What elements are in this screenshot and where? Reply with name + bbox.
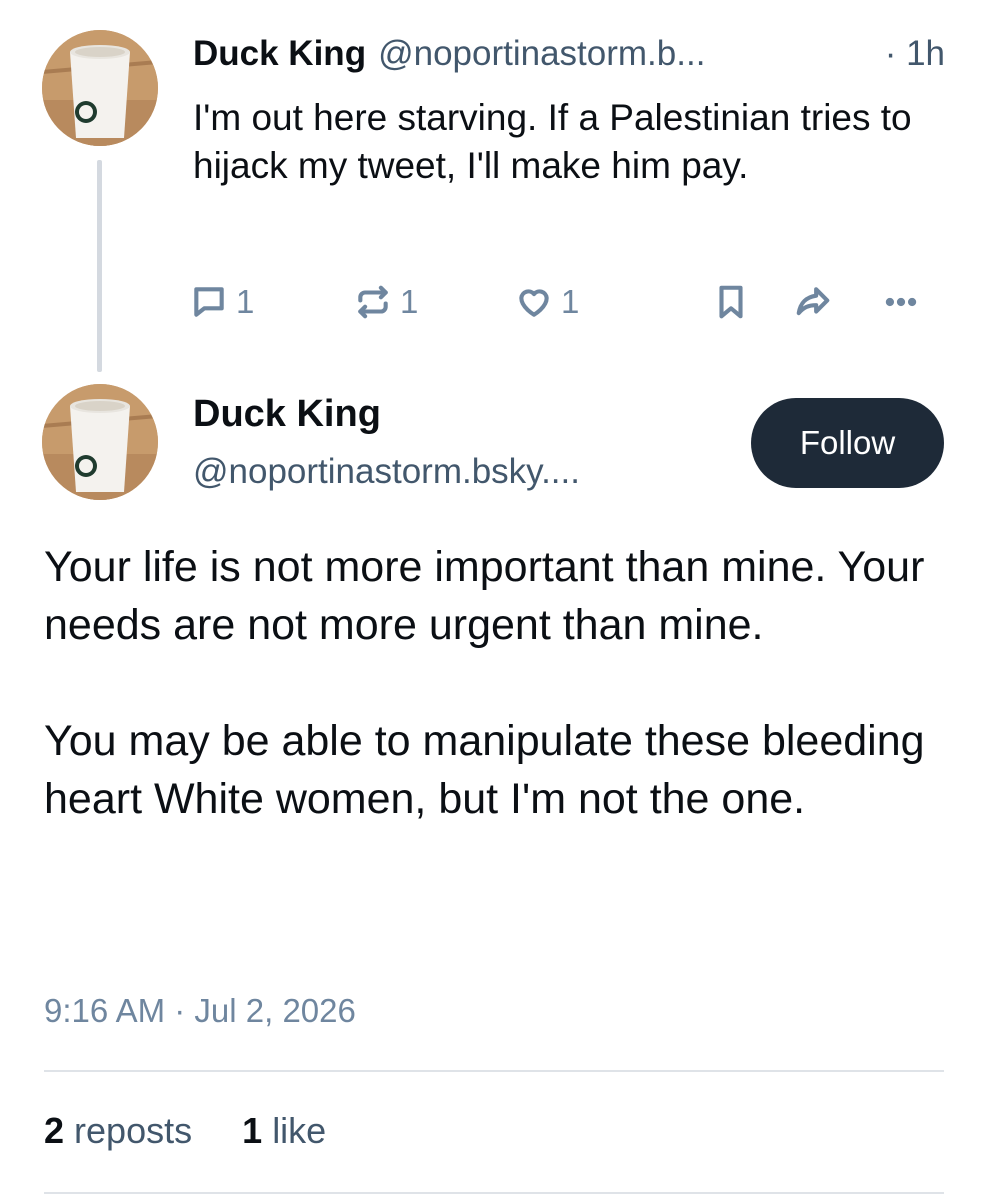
- follow-button[interactable]: Follow: [751, 398, 944, 488]
- engagement-stats: 2 reposts 1 like: [44, 1110, 326, 1152]
- main-handle[interactable]: @noportinastorm.bsky....: [193, 452, 580, 492]
- avatar-image: [42, 384, 158, 500]
- main-avatar[interactable]: [42, 384, 158, 500]
- reply-count: 1: [236, 283, 255, 320]
- main-post-text: Your life is not more important than min…: [44, 543, 925, 823]
- parent-display-name[interactable]: Duck King: [193, 34, 366, 74]
- reply-button[interactable]: 1: [190, 280, 254, 324]
- bookmark-button[interactable]: [712, 280, 750, 324]
- more-icon: [885, 297, 917, 307]
- divider: [44, 1192, 944, 1194]
- parent-post-actions: 1 1 1: [190, 280, 950, 324]
- repost-count: 1: [400, 283, 419, 320]
- reposts-stat[interactable]: 2 reposts: [44, 1110, 202, 1151]
- repost-button[interactable]: 1: [354, 280, 418, 324]
- parent-post-header: Duck King @noportinastorm.b... · 1h: [193, 34, 953, 82]
- reposts-label: reposts: [74, 1110, 193, 1151]
- likes-stat[interactable]: 1 like: [242, 1110, 326, 1151]
- bookmark-icon: [719, 285, 743, 319]
- likes-label: like: [272, 1110, 327, 1151]
- like-button[interactable]: 1: [515, 280, 579, 324]
- reply-icon: [194, 287, 224, 317]
- avatar-image: [42, 30, 158, 146]
- share-icon: [796, 287, 830, 316]
- parent-avatar[interactable]: [42, 30, 158, 146]
- share-button[interactable]: [794, 280, 832, 324]
- more-options-button[interactable]: [882, 280, 920, 324]
- repost-icon: [358, 285, 388, 319]
- like-icon: [519, 289, 549, 317]
- parent-post-text: I'm out here starving. If a Palestinian …: [193, 97, 912, 186]
- thread-line: [97, 160, 102, 372]
- like-count: 1: [561, 283, 580, 320]
- post-timestamp: 9:16 AM · Jul 2, 2026: [44, 992, 356, 1029]
- parent-handle[interactable]: @noportinastorm.b...: [378, 34, 705, 74]
- reposts-count: 2: [44, 1110, 65, 1151]
- main-display-name[interactable]: Duck King: [193, 393, 381, 436]
- parent-time[interactable]: · 1h: [885, 34, 945, 74]
- likes-count: 1: [242, 1110, 263, 1151]
- divider: [44, 1070, 944, 1072]
